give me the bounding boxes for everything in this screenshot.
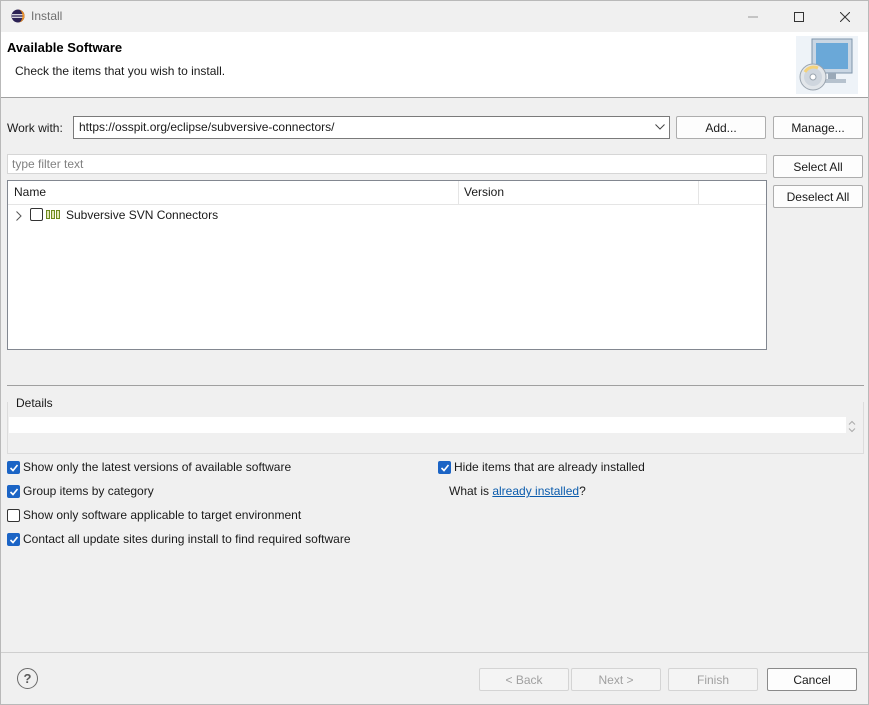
what-is-prefix: What is [449, 484, 493, 498]
window-title: Install [31, 9, 63, 23]
hide-installed-label: Hide items that are already installed [454, 460, 645, 474]
sash-divider[interactable] [7, 385, 864, 386]
check-icon [9, 488, 19, 496]
footer-divider [1, 652, 868, 653]
maximize-icon [794, 11, 804, 22]
help-button[interactable]: ? [17, 668, 38, 689]
applicable-only-label: Show only software applicable to target … [23, 508, 302, 522]
page-title: Available Software [7, 40, 123, 55]
chevron-right-icon[interactable] [16, 211, 22, 221]
already-installed-link[interactable]: already installed [492, 484, 579, 498]
install-computer-icon [796, 36, 858, 94]
minimize-icon [748, 16, 758, 17]
eclipse-icon [11, 9, 25, 23]
latest-versions-label: Show only the latest versions of availab… [23, 460, 292, 474]
check-icon [9, 464, 19, 472]
tree-row[interactable]: Subversive SVN Connectors [8, 206, 766, 224]
install-dialog: Install Available Software Check the ite… [0, 0, 869, 705]
chevron-down-icon [655, 124, 665, 130]
close-button[interactable] [822, 1, 868, 32]
column-version[interactable]: Version [464, 185, 504, 199]
category-icon [46, 210, 60, 219]
hide-installed-checkbox[interactable] [438, 461, 451, 474]
title-bar: Install [1, 1, 868, 32]
finish-button[interactable]: Finish [668, 668, 758, 691]
minimize-button[interactable] [730, 1, 776, 32]
column-name[interactable]: Name [14, 185, 46, 199]
work-with-label: Work with: [7, 121, 63, 135]
manage-sites-button[interactable]: Manage... [773, 116, 863, 139]
contact-sites-checkbox[interactable] [7, 533, 20, 546]
column-divider[interactable] [458, 181, 459, 205]
maximize-button[interactable] [776, 1, 822, 32]
software-tree[interactable]: Name Version Subversive SVN Connectors [7, 180, 767, 350]
contact-sites-label: Contact all update sites during install … [23, 532, 351, 546]
latest-versions-checkbox[interactable] [7, 461, 20, 474]
help-icon: ? [23, 671, 32, 686]
what-is-installed-text: What is already installed? [449, 484, 586, 498]
add-site-button[interactable]: Add... [676, 116, 766, 139]
column-divider[interactable] [698, 181, 699, 205]
check-icon [440, 464, 450, 472]
details-label: Details [16, 396, 53, 410]
filter-input[interactable]: type filter text [7, 154, 767, 174]
details-text [9, 417, 846, 433]
row-checkbox[interactable] [30, 208, 43, 221]
check-icon [9, 536, 19, 544]
back-button[interactable]: < Back [479, 668, 569, 691]
cancel-button[interactable]: Cancel [767, 668, 857, 691]
close-icon [840, 11, 850, 22]
tree-header: Name Version [8, 181, 766, 205]
select-all-button[interactable]: Select All [773, 155, 863, 178]
work-with-combo[interactable]: https://osspit.org/eclipse/subversive-co… [73, 116, 670, 139]
scroll-arrows-icon[interactable] [848, 420, 856, 433]
deselect-all-button[interactable]: Deselect All [773, 185, 863, 208]
group-by-category-checkbox[interactable] [7, 485, 20, 498]
applicable-only-checkbox[interactable] [7, 509, 20, 522]
next-button[interactable]: Next > [571, 668, 661, 691]
row-name: Subversive SVN Connectors [66, 208, 219, 222]
page-description: Check the items that you wish to install… [15, 64, 226, 78]
header-banner: Available Software Check the items that … [1, 32, 868, 98]
work-with-value: https://osspit.org/eclipse/subversive-co… [79, 120, 335, 134]
group-by-category-label: Group items by category [23, 484, 154, 498]
what-is-suffix: ? [579, 484, 586, 498]
